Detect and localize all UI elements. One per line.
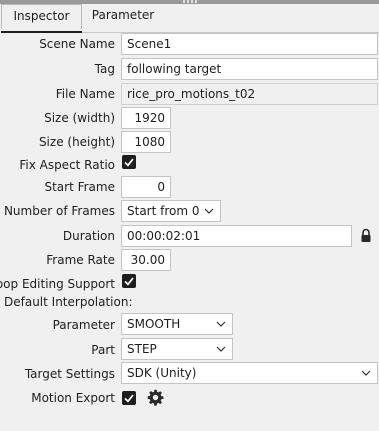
frame-rate-input[interactable]: 30.00 <box>121 249 171 271</box>
duration-label: Duration <box>62 229 115 243</box>
size-width-label: Size (width) <box>44 111 115 125</box>
target-settings-value: SDK (Unity) <box>127 366 197 380</box>
tab-bar: Inspector Parameter <box>0 4 379 33</box>
motion-export-checkbox[interactable] <box>122 391 136 405</box>
frame-rate-label: Frame Rate <box>46 253 115 267</box>
duration-input[interactable]: 00:00:02:01 <box>121 225 352 247</box>
scene-name-input[interactable]: Scene1 <box>121 33 378 55</box>
tag-input[interactable]: following target <box>121 58 378 80</box>
file-name-value: rice_pro_motions_t02 <box>121 83 378 105</box>
active-tab-indicator <box>1 31 82 33</box>
number-of-frames-select[interactable]: Start from 0 <box>121 200 221 222</box>
number-of-frames-label: Number of Frames <box>3 204 115 218</box>
part-interpolation-value: STEP <box>127 342 157 356</box>
size-height-input[interactable]: 1080 <box>121 131 171 153</box>
target-settings-label: Target Settings <box>24 367 115 381</box>
part-label: Part <box>91 343 115 357</box>
loop-editing-checkbox[interactable] <box>122 274 136 288</box>
target-settings-select[interactable]: SDK (Unity) <box>121 362 378 384</box>
scene-name-label: Scene Name <box>39 37 115 51</box>
start-frame-label: Start Frame <box>44 180 115 194</box>
fix-aspect-ratio-label: Fix Aspect Ratio <box>19 158 115 172</box>
chevron-down-icon <box>216 321 226 327</box>
chevron-down-icon <box>361 370 371 376</box>
chevron-down-icon <box>204 208 214 214</box>
size-width-input[interactable]: 1920 <box>121 107 171 129</box>
parameter-interpolation-select[interactable]: SMOOTH <box>121 313 233 335</box>
checkmark-icon <box>124 277 134 286</box>
default-interpolation-label: Default Interpolation: <box>4 295 133 309</box>
part-interpolation-select[interactable]: STEP <box>121 338 233 360</box>
tag-label: Tag <box>94 62 115 76</box>
file-name-label: File Name <box>55 87 115 101</box>
checkmark-icon <box>124 394 134 403</box>
number-of-frames-value: Start from 0 <box>127 204 200 218</box>
checkmark-icon <box>124 158 134 167</box>
drag-grip-icon[interactable] <box>183 0 197 3</box>
parameter-interpolation-value: SMOOTH <box>127 317 181 331</box>
parameter-label: Parameter <box>52 318 115 332</box>
lock-icon[interactable] <box>360 228 372 243</box>
size-height-label: Size (height) <box>38 135 115 149</box>
motion-export-label: Motion Export <box>31 391 115 405</box>
tab-parameter[interactable]: Parameter <box>84 4 162 28</box>
chevron-down-icon <box>216 346 226 352</box>
loop-editing-label: Loop Editing Support <box>0 277 115 291</box>
gear-icon[interactable] <box>147 389 164 406</box>
tab-inspector[interactable]: Inspector <box>1 4 82 29</box>
start-frame-input[interactable]: 0 <box>121 176 171 198</box>
fix-aspect-ratio-checkbox[interactable] <box>122 155 136 169</box>
